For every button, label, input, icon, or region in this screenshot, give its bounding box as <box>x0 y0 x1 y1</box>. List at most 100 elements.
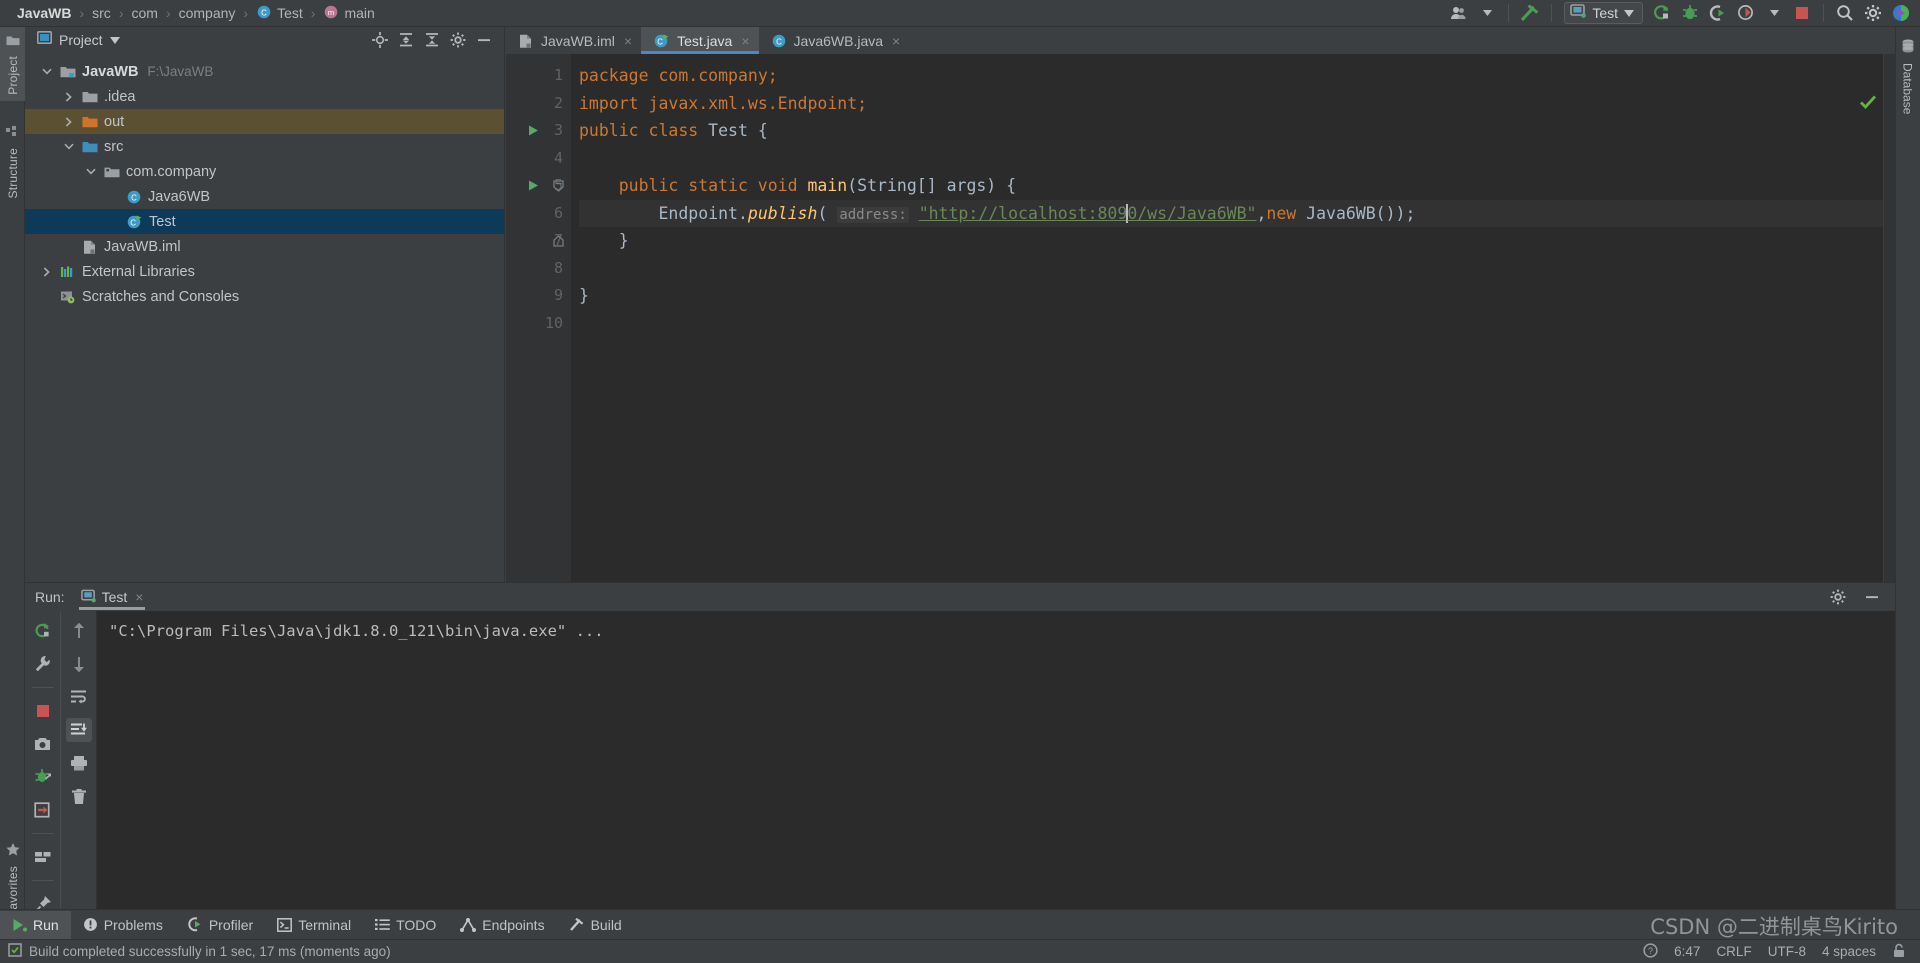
editor-scrollbar[interactable] <box>1883 54 1895 582</box>
code-line[interactable] <box>579 145 1883 173</box>
tool-window-button-build[interactable]: Build <box>557 911 634 939</box>
code-line[interactable]: import javax.xml.ws.Endpoint; <box>579 90 1883 118</box>
profile-icon[interactable] <box>1733 2 1759 24</box>
tree-node--idea[interactable]: .idea <box>25 84 504 109</box>
tree-node-test[interactable]: C Test <box>25 209 504 234</box>
tree-node-src[interactable]: src <box>25 134 504 159</box>
code-line[interactable] <box>579 255 1883 283</box>
run-icon[interactable] <box>1649 2 1675 24</box>
file-encoding[interactable]: UTF-8 <box>1768 944 1806 959</box>
close-icon[interactable]: × <box>135 589 143 605</box>
tree-node-scratches-and-consoles[interactable]: Scratches and Consoles <box>25 284 504 309</box>
scroll-to-end-icon[interactable] <box>65 718 92 742</box>
debug-icon[interactable] <box>1677 2 1703 24</box>
breadcrumb-separator: › <box>310 5 316 21</box>
editor-tab-javawb-iml[interactable]: JavaWB.iml × <box>506 27 641 54</box>
tree-node-javawb-iml[interactable]: JavaWB.iml <box>25 234 504 259</box>
wrench-settings-icon[interactable] <box>30 652 56 676</box>
chevron-down-icon[interactable] <box>1761 2 1787 24</box>
chevron-right-icon[interactable] <box>61 91 76 102</box>
stop-icon[interactable] <box>30 699 56 723</box>
editor-tab-java6wb-java[interactable]: C Java6WB.java × <box>759 27 910 54</box>
collapse-all-icon[interactable] <box>420 29 444 51</box>
code-editor[interactable]: 1 2 3 4 5 6 7 8 9 10 package com.company; import j… <box>506 54 1895 582</box>
code-line[interactable]: public static void main(String[] args) { <box>579 172 1883 200</box>
tool-window-button-todo[interactable]: TODO <box>363 911 448 939</box>
tool-window-button-profiler[interactable]: Profiler <box>175 911 265 939</box>
run-gutter-icon[interactable] <box>528 172 539 200</box>
indent-setting[interactable]: 4 spaces <box>1822 944 1876 959</box>
close-icon[interactable]: × <box>741 33 749 49</box>
chevron-right-icon[interactable] <box>61 116 76 127</box>
code-line[interactable]: Endpoint.publish( address: "http://local… <box>579 199 1883 227</box>
chevron-down-icon[interactable] <box>39 68 54 75</box>
sidebar-item-database[interactable]: Database <box>1895 33 1920 120</box>
tool-window-button-endpoints[interactable]: Endpoints <box>448 911 556 939</box>
lock-icon[interactable] <box>1892 943 1906 961</box>
editor-tab-test-java[interactable]: C Test.java × <box>641 27 759 54</box>
tool-window-button-run[interactable]: Run <box>0 910 71 939</box>
tree-node-external-libraries[interactable]: External Libraries <box>25 259 504 284</box>
line-separator[interactable]: CRLF <box>1716 944 1751 959</box>
locate-target-icon[interactable] <box>368 29 392 51</box>
tool-window-button-problems[interactable]: Problems <box>71 911 175 939</box>
code-line[interactable]: package com.company; <box>579 62 1883 90</box>
hide-minimize-icon[interactable] <box>472 29 496 51</box>
breadcrumb-item-company[interactable]: company <box>172 2 243 24</box>
soft-wrap-icon[interactable] <box>66 685 92 709</box>
code-line[interactable] <box>579 310 1883 338</box>
run-session-tab[interactable]: Test × <box>75 584 150 610</box>
tree-node-com-company[interactable]: com.company <box>25 159 504 184</box>
print-icon[interactable] <box>66 751 92 775</box>
search-everywhere-icon[interactable] <box>1832 2 1858 24</box>
debug-thread-dump-icon[interactable] <box>30 765 56 789</box>
chevron-down-icon[interactable] <box>83 168 98 175</box>
hammer-build-icon[interactable] <box>1517 2 1543 24</box>
tool-window-button-terminal[interactable]: Terminal <box>265 911 363 939</box>
breadcrumb-item-main[interactable]: m main <box>316 2 381 24</box>
help-icon[interactable]: ? <box>1643 942 1658 961</box>
sidebar-item-structure[interactable]: Structure <box>0 119 25 205</box>
chevron-down-icon[interactable] <box>61 143 76 150</box>
breadcrumb-item-test[interactable]: C Test <box>249 2 310 24</box>
breadcrumb-item-com[interactable]: com <box>124 2 164 24</box>
camera-snapshot-icon[interactable] <box>30 732 56 756</box>
user-avatar-icon[interactable] <box>1446 2 1472 24</box>
breadcrumb-item-javawb[interactable]: JavaWB <box>10 2 78 24</box>
sidebar-item-project[interactable]: Project <box>0 27 25 101</box>
close-icon[interactable]: × <box>892 33 900 49</box>
code-line[interactable]: } <box>579 227 1883 255</box>
stop-icon[interactable] <box>1789 2 1815 24</box>
layout-icon[interactable] <box>30 845 56 869</box>
run-console[interactable]: "C:\Program Files\Java\jdk1.8.0_121\bin\… <box>97 611 1895 934</box>
tree-node-java6wb[interactable]: C Java6WB <box>25 184 504 209</box>
code-fold-close-icon[interactable] <box>553 227 564 255</box>
breadcrumb-item-src[interactable]: src <box>85 2 118 24</box>
tree-node-out[interactable]: out <box>25 109 504 134</box>
scroll-up-icon[interactable] <box>66 619 92 643</box>
chevron-right-icon[interactable] <box>39 266 54 277</box>
code-line[interactable]: } <box>579 282 1883 310</box>
editor-gutter[interactable]: 1 2 3 4 5 6 7 8 9 10 <box>506 54 571 582</box>
code-line[interactable]: public class Test { <box>579 117 1883 145</box>
rerun-icon[interactable] <box>30 619 56 643</box>
ide-logo-icon[interactable] <box>1888 2 1914 24</box>
chevron-down-icon[interactable] <box>109 31 120 49</box>
expand-all-icon[interactable] <box>394 29 418 51</box>
settings-gear-icon[interactable] <box>1825 585 1851 609</box>
close-icon[interactable]: × <box>624 33 632 49</box>
settings-gear-icon[interactable] <box>446 29 470 51</box>
export-icon[interactable] <box>30 798 56 822</box>
run-with-coverage-icon[interactable] <box>1705 2 1731 24</box>
chevron-down-icon[interactable] <box>1474 2 1500 24</box>
trash-clear-icon[interactable] <box>66 784 92 808</box>
run-configuration-selector[interactable]: Test <box>1564 2 1643 24</box>
caret-position[interactable]: 6:47 <box>1674 944 1700 959</box>
code-fold-open-icon[interactable] <box>553 172 564 200</box>
run-gutter-icon[interactable] <box>528 117 539 145</box>
settings-gear-icon[interactable] <box>1860 2 1886 24</box>
editor-code-lines[interactable]: package com.company; import javax.xml.ws.… <box>571 54 1883 582</box>
hide-minimize-icon[interactable] <box>1859 585 1885 609</box>
tree-node-javawb[interactable]: JavaWB F:\JavaWB <box>25 59 504 84</box>
scroll-down-icon[interactable] <box>66 652 92 676</box>
